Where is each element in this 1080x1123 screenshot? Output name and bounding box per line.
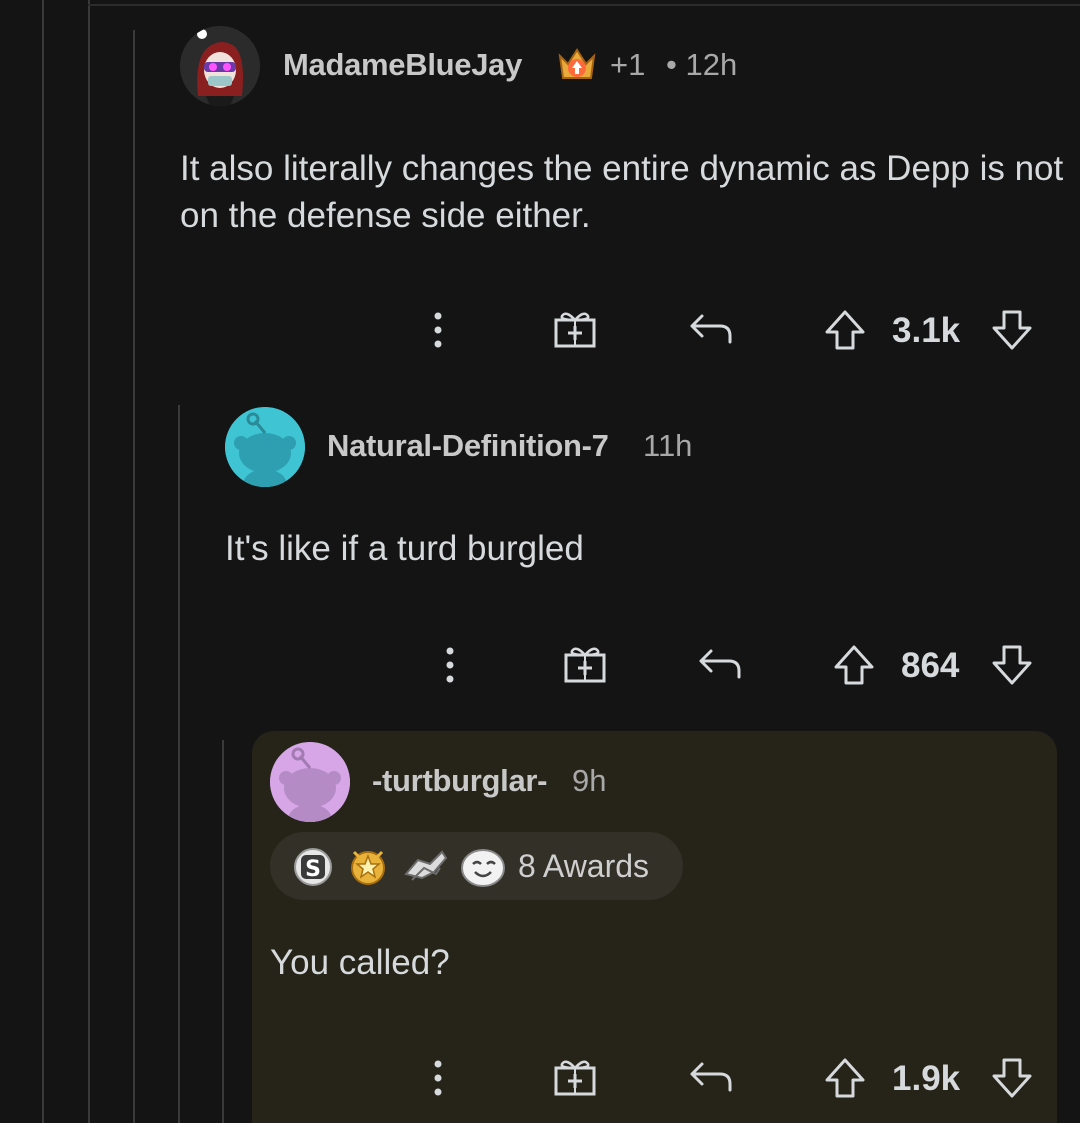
gold-award-icon [346, 844, 390, 893]
downvote-icon[interactable] [990, 643, 1034, 692]
comment-body: It's like if a turd burgled [225, 529, 584, 568]
svg-text:S: S [305, 857, 321, 882]
downvote-icon[interactable] [990, 308, 1034, 357]
comment-time: 11h [643, 428, 693, 463]
avatar[interactable] [180, 26, 260, 106]
comment-username[interactable]: -turtburglar- [372, 763, 547, 799]
comment-time: 9h [572, 763, 607, 798]
vote-score: 1.9k [892, 1059, 961, 1098]
reply-icon[interactable] [688, 310, 734, 351]
downvote-icon[interactable] [990, 1056, 1034, 1105]
comment-body: It also literally changes the entire dyn… [180, 149, 1064, 235]
award-gift-icon[interactable] [562, 643, 608, 690]
comment-username[interactable]: Natural-Definition-7 [327, 428, 609, 464]
more-options-icon[interactable] [428, 310, 448, 355]
comment-body: You called? [270, 943, 450, 982]
thread-line[interactable] [42, 0, 44, 1123]
comment-time: • 12h [666, 47, 738, 82]
flair-count: +1 [610, 47, 646, 82]
upvote-icon[interactable] [823, 308, 867, 357]
vote-score: 3.1k [892, 311, 961, 350]
more-options-icon[interactable] [440, 645, 460, 690]
wholesome-award-icon [460, 846, 506, 893]
thread-line[interactable] [178, 405, 180, 1123]
reply-icon[interactable] [697, 645, 743, 686]
top-divider [88, 4, 1080, 6]
reply-icon[interactable] [688, 1058, 734, 1099]
awards-count[interactable]: 8 Awards [518, 848, 649, 885]
thread-line[interactable] [133, 30, 135, 1123]
handshake-award-icon [402, 844, 450, 893]
thread-line[interactable] [88, 0, 90, 1123]
avatar[interactable] [225, 407, 305, 487]
silver-award-icon: S [292, 846, 334, 893]
award-gift-icon[interactable] [552, 308, 598, 355]
more-options-icon[interactable] [428, 1058, 448, 1103]
upvote-icon[interactable] [823, 1056, 867, 1105]
comment-username[interactable]: MadameBlueJay [283, 47, 522, 83]
flair-icon [556, 46, 598, 89]
thread-line[interactable] [222, 740, 224, 1123]
avatar[interactable] [270, 742, 350, 822]
upvote-icon[interactable] [832, 643, 876, 692]
award-gift-icon[interactable] [552, 1056, 598, 1103]
vote-score: 864 [901, 646, 960, 685]
